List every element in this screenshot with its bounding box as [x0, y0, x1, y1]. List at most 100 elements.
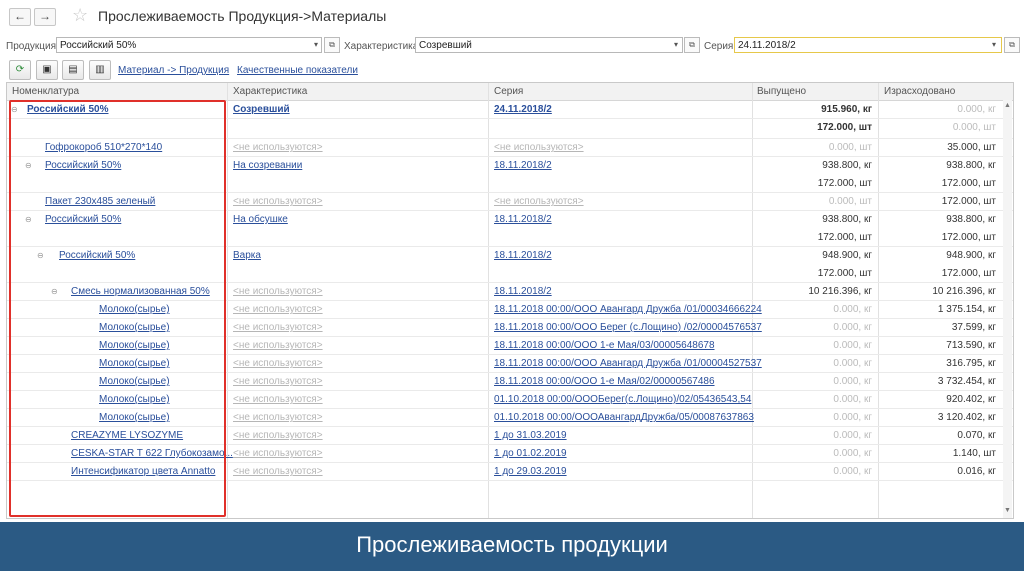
series-cell[interactable]: 18.11.2018/2: [494, 214, 552, 225]
released-cell: 0.000, кг: [833, 358, 872, 369]
series-cell[interactable]: 01.10.2018 00:00/ОООБерег(с.Лощино)/02/0…: [494, 394, 751, 405]
characteristic-cell[interactable]: На обсушке: [233, 214, 288, 225]
released-cell: 172.000, шт: [817, 178, 872, 189]
characteristic-cell[interactable]: <не используются>: [233, 142, 323, 153]
characteristic-cell[interactable]: <не используются>: [233, 196, 323, 207]
window-title: Прослеживаемость Продукция->Материалы: [98, 8, 387, 24]
quality-indicators-link[interactable]: Качественные показатели: [237, 65, 358, 76]
consumed-cell: 35.000, шт: [947, 142, 996, 153]
refresh-icon: ⟳: [15, 64, 25, 75]
characteristic-cell[interactable]: <не используются>: [233, 286, 323, 297]
characteristic-cell[interactable]: <не используются>: [233, 322, 323, 333]
chevron-down-icon[interactable]: ▾: [670, 37, 682, 53]
released-cell: 0.000, кг: [833, 322, 872, 333]
consumed-cell: 920.402, кг: [946, 394, 996, 405]
arrow-left-icon: ←: [14, 9, 26, 23]
consumed-cell: 948.900, кг: [946, 250, 996, 261]
consumed-cell: 172.000, шт: [941, 196, 996, 207]
released-cell: 0.000, кг: [833, 340, 872, 351]
released-cell: 938.800, кг: [822, 214, 872, 225]
consumed-cell: 1.140, шт: [952, 448, 996, 459]
released-cell: 0.000, шт: [828, 196, 872, 207]
characteristic-cell[interactable]: Созревший: [233, 104, 290, 115]
header-nomenclature[interactable]: Номенклатура: [12, 86, 79, 97]
series-cell[interactable]: 18.11.2018/2: [494, 250, 552, 261]
released-cell: 0.000, кг: [833, 376, 872, 387]
highlight-frame: [9, 100, 226, 517]
header-consumed[interactable]: Израсходовано: [884, 86, 955, 97]
characteristic-cell[interactable]: <не используются>: [233, 394, 323, 405]
characteristic-cell[interactable]: <не используются>: [233, 430, 323, 441]
characteristic-cell[interactable]: <не используются>: [233, 304, 323, 315]
back-button[interactable]: ←: [9, 8, 31, 26]
scroll-up-icon[interactable]: ▲: [1003, 102, 1012, 109]
series-cell[interactable]: 18.11.2018 00:00/ООО Берег (с.Лощино) /0…: [494, 322, 762, 333]
consumed-cell: 0.000, шт: [952, 122, 996, 133]
series-cell[interactable]: 18.11.2018 00:00/ООО 1-е Мая/02/00000567…: [494, 376, 715, 387]
refresh-button[interactable]: ⟳: [9, 60, 31, 80]
series-cell[interactable]: 18.11.2018/2: [494, 286, 552, 297]
chevron-down-icon[interactable]: ▾: [988, 37, 1000, 53]
series-cell[interactable]: 18.11.2018 00:00/ООО Авангард Дружба /01…: [494, 358, 762, 369]
header-characteristic[interactable]: Характеристика: [233, 86, 307, 97]
consumed-cell: 172.000, шт: [941, 178, 996, 189]
characteristic-cell[interactable]: <не используются>: [233, 448, 323, 459]
series-cell[interactable]: 1 до 01.02.2019: [494, 448, 567, 459]
released-cell: 172.000, шт: [817, 122, 872, 133]
series-cell[interactable]: 1 до 29.03.2019: [494, 466, 567, 477]
collapse-button[interactable]: ▥: [89, 60, 111, 80]
expand-icon: ▤: [68, 64, 78, 75]
forward-button[interactable]: →: [34, 8, 56, 26]
vertical-scrollbar[interactable]: [1003, 100, 1012, 518]
consumed-cell: 172.000, шт: [941, 268, 996, 279]
series-cell[interactable]: 18.11.2018/2: [494, 160, 552, 171]
consumed-cell: 938.800, кг: [946, 160, 996, 171]
characteristic-cell[interactable]: <не используются>: [233, 358, 323, 369]
series-cell[interactable]: <не используются>: [494, 196, 584, 207]
released-cell: 172.000, шт: [817, 232, 872, 243]
series-cell[interactable]: 01.10.2018 00:00/ОООАвангардДружба/05/00…: [494, 412, 754, 423]
characteristic-cell[interactable]: На созревании: [233, 160, 302, 171]
report-icon: ▣: [42, 64, 52, 75]
released-cell: 915.960, кг: [821, 104, 872, 115]
characteristic-field[interactable]: Созревший: [415, 37, 683, 53]
open-icon[interactable]: ⧉: [1004, 37, 1020, 53]
header-released[interactable]: Выпущено: [757, 86, 806, 97]
consumed-cell: 316.795, кг: [946, 358, 996, 369]
consumed-cell: 0.070, кг: [957, 430, 996, 441]
released-cell: 10 216.396, кг: [808, 286, 872, 297]
favorite-star-icon[interactable]: ☆: [72, 5, 88, 26]
collapse-icon: ▥: [95, 64, 105, 75]
released-cell: 0.000, кг: [833, 394, 872, 405]
open-icon[interactable]: ⧉: [684, 37, 700, 53]
series-cell[interactable]: 18.11.2018 00:00/ООО 1-е Мая/03/00005648…: [494, 340, 715, 351]
characteristic-cell[interactable]: <не используются>: [233, 340, 323, 351]
released-cell: 0.000, кг: [833, 304, 872, 315]
series-cell[interactable]: 1 до 31.03.2019: [494, 430, 567, 441]
chevron-down-icon[interactable]: ▾: [310, 37, 322, 53]
series-cell[interactable]: 24.11.2018/2: [494, 104, 552, 115]
arrow-right-icon: →: [39, 9, 51, 23]
consumed-cell: 10 216.396, кг: [932, 286, 996, 297]
expand-button[interactable]: ▤: [62, 60, 84, 80]
consumed-cell: 37.599, кг: [951, 322, 996, 333]
consumed-cell: 0.000, кг: [957, 104, 996, 115]
released-cell: 172.000, шт: [817, 268, 872, 279]
product-field[interactable]: Российский 50%: [56, 37, 322, 53]
filter-bar: Продукция: Российский 50% ▾ ⧉ Характерис…: [0, 36, 1024, 56]
series-field[interactable]: 24.11.2018/2: [734, 37, 1002, 53]
caption-banner: Прослеживаемость продукции: [0, 522, 1024, 571]
series-cell[interactable]: <не используются>: [494, 142, 584, 153]
report-button[interactable]: ▣: [36, 60, 58, 80]
series-cell[interactable]: 18.11.2018 00:00/ООО Авангард Дружба /01…: [494, 304, 762, 315]
header-series[interactable]: Серия: [494, 86, 523, 97]
open-icon[interactable]: ⧉: [324, 37, 340, 53]
material-to-product-link[interactable]: Материал -> Продукция: [118, 65, 229, 76]
characteristic-cell[interactable]: <не используются>: [233, 466, 323, 477]
scroll-down-icon[interactable]: ▼: [1003, 507, 1012, 514]
characteristic-cell[interactable]: Варка: [233, 250, 261, 261]
table-header: Номенклатура Характеристика Серия Выпуще…: [7, 83, 1013, 101]
toolbar: ⟳ ▣ ▤ ▥ Материал -> Продукция Качественн…: [0, 60, 1024, 80]
characteristic-cell[interactable]: <не используются>: [233, 376, 323, 387]
characteristic-cell[interactable]: <не используются>: [233, 412, 323, 423]
